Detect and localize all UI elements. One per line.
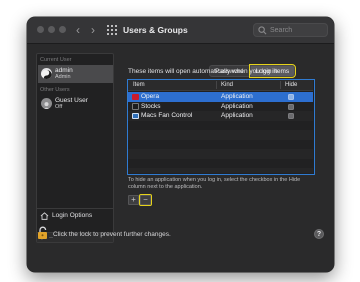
search-placeholder: Search	[270, 27, 293, 34]
show-all-grid-icon[interactable]	[107, 25, 117, 35]
close-window-button[interactable]	[37, 26, 44, 33]
zoom-window-button[interactable]	[59, 26, 66, 33]
window-title: Users & Groups	[123, 25, 188, 35]
user-row-guest[interactable]: Guest User Off	[38, 95, 113, 113]
column-header-hide[interactable]: Hide	[285, 81, 297, 90]
item-name: Stocks	[141, 102, 161, 110]
current-user-heading: Current User	[40, 57, 72, 63]
minimize-window-button[interactable]	[48, 26, 55, 33]
item-name: Opera	[141, 93, 160, 100]
item-kind: Application	[221, 102, 253, 110]
forward-chevron-icon[interactable]: ›	[87, 22, 99, 38]
item-kind: Application	[221, 93, 253, 100]
help-button[interactable]: ?	[314, 229, 324, 239]
empty-row	[128, 168, 313, 173]
stocks-icon	[132, 103, 139, 110]
table-row[interactable]: Macs Fan Control Application	[128, 111, 313, 121]
users-sidebar: Current User admin Admin Other Users Gue…	[36, 53, 114, 243]
house-icon	[40, 212, 49, 220]
login-options-label: Login Options	[52, 212, 93, 219]
other-users-heading: Other Users	[40, 87, 70, 93]
remove-login-item-button[interactable]: −	[139, 194, 152, 206]
login-options-item[interactable]: Login Options	[37, 208, 113, 222]
back-chevron-icon[interactable]: ‹	[72, 22, 84, 38]
empty-row	[128, 130, 313, 140]
table-row[interactable]: Stocks Application	[128, 102, 313, 112]
empty-row	[128, 149, 313, 159]
column-header-kind[interactable]: Kind	[221, 81, 233, 90]
add-login-item-button[interactable]: +	[128, 195, 139, 205]
column-divider	[216, 81, 217, 89]
lock-icon[interactable]	[37, 226, 48, 240]
user-row-admin[interactable]: admin Admin	[38, 65, 113, 83]
search-icon	[258, 26, 267, 35]
user-role: Admin	[55, 74, 71, 80]
lock-message: Click the lock to prevent further change…	[53, 231, 171, 238]
table-row[interactable]: Opera Application	[128, 92, 313, 102]
search-field[interactable]: Search	[253, 23, 328, 37]
column-divider	[280, 81, 281, 89]
yin-yang-avatar-icon	[41, 68, 52, 79]
hide-hint-text: To hide an application when you log in, …	[128, 177, 301, 190]
column-header-item[interactable]: Item	[133, 81, 145, 90]
opera-icon	[132, 93, 139, 100]
login-items-description: These items will open automatically when…	[128, 68, 280, 75]
hide-checkbox[interactable]	[288, 103, 294, 110]
guest-person-icon	[41, 98, 52, 109]
fan-control-icon	[132, 112, 139, 119]
item-name: Macs Fan Control	[141, 112, 193, 119]
hide-checkbox[interactable]	[288, 113, 294, 119]
title-bar: ‹ › Users & Groups Search	[27, 17, 334, 44]
table-header: Item Kind Hide	[128, 80, 313, 91]
item-kind: Application	[221, 112, 253, 119]
hide-checkbox[interactable]	[288, 94, 294, 100]
user-role: Off	[55, 104, 63, 110]
login-items-table: Item Kind Hide Opera Application Stocks …	[127, 79, 315, 175]
